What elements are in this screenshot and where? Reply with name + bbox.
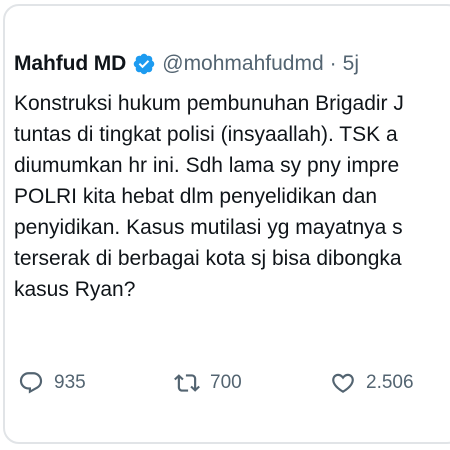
separator-dot: · bbox=[329, 52, 337, 75]
retweet-button[interactable]: 700 bbox=[174, 366, 242, 400]
timestamp[interactable]: 5j bbox=[343, 52, 359, 76]
tweet-text-line: penyidikan. Kasus mutilasi yg mayatnya s bbox=[14, 216, 403, 239]
reply-count: 935 bbox=[54, 372, 86, 393]
heart-icon bbox=[332, 373, 354, 393]
reply-icon bbox=[19, 372, 43, 394]
tweet-text-line: terserak di berbagai kota sj bisa dibong… bbox=[14, 247, 402, 270]
like-count: 2.506 bbox=[366, 372, 414, 393]
retweet-count: 700 bbox=[210, 372, 242, 393]
tweet-card: Mahfud MD @mohmahfudmd · 5j Konstruksi h… bbox=[0, 0, 450, 450]
tweet-actions: 935 700 2.506 bbox=[14, 366, 450, 400]
tweet-text: Konstruksi hukum pembunuhan Brigadir J t… bbox=[14, 88, 450, 305]
display-name[interactable]: Mahfud MD bbox=[14, 52, 126, 76]
tweet-text-line: POLRI kita hebat dlm penyelidikan dan bbox=[14, 185, 378, 208]
reply-button[interactable]: 935 bbox=[18, 366, 86, 400]
user-handle[interactable]: @mohmahfudmd bbox=[162, 52, 323, 76]
tweet-text-line: tuntas di tingkat polisi (insyaallah). T… bbox=[14, 123, 398, 146]
like-button[interactable]: 2.506 bbox=[330, 366, 414, 400]
tweet-header: Mahfud MD @mohmahfudmd · 5j bbox=[14, 46, 359, 82]
tweet-text-line: kasus Ryan? bbox=[14, 278, 136, 301]
verified-badge-icon bbox=[132, 52, 156, 76]
tweet-text-line: Konstruksi hukum pembunuhan Brigadir J bbox=[14, 92, 404, 115]
tweet-text-line: diumumkan hr ini. Sdh lama sy pny impre bbox=[14, 154, 400, 177]
retweet-icon bbox=[174, 374, 200, 392]
